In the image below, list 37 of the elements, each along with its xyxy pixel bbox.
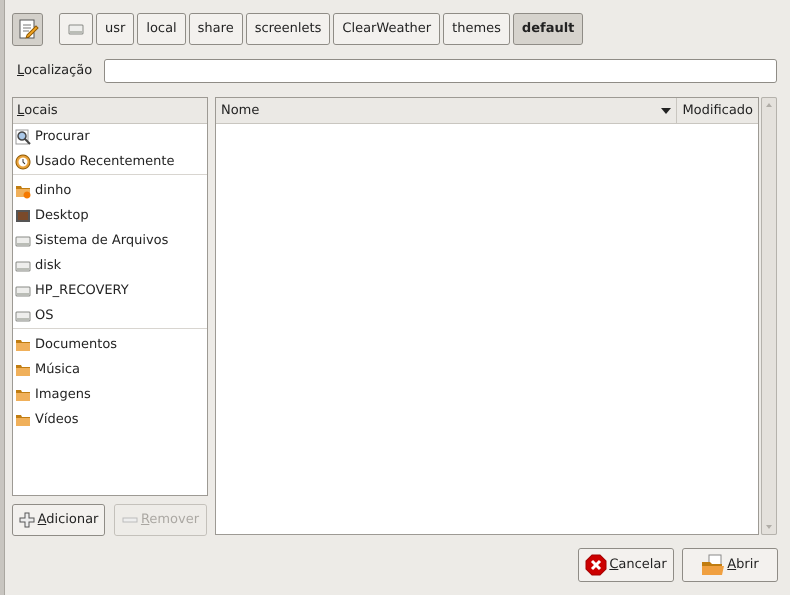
open-folder-icon	[701, 554, 726, 576]
pencil-note-icon	[16, 18, 38, 40]
place-item[interactable]: Desktop	[13, 203, 207, 228]
place-item[interactable]: Documentos	[13, 332, 207, 357]
location-field[interactable]	[104, 59, 777, 83]
cancel-icon	[585, 554, 608, 576]
path-segment-button[interactable]: usr	[96, 13, 134, 45]
path-segment-button[interactable]: ClearWeather	[333, 13, 440, 45]
column-header[interactable]: Nome	[216, 98, 678, 123]
cancel-button[interactable]: Cancelar	[578, 548, 674, 582]
clock-icon	[15, 154, 31, 170]
open-button[interactable]: Abrir	[682, 548, 778, 582]
place-item[interactable]: OS	[13, 303, 207, 328]
place-item[interactable]: disk	[13, 253, 207, 278]
column-header: Locais	[13, 98, 207, 124]
place-item[interactable]: Música	[13, 357, 207, 382]
scrollbar[interactable]	[761, 97, 777, 535]
path-segment-button[interactable]: themes	[443, 13, 510, 45]
place-item[interactable]: Procurar	[13, 124, 207, 149]
plus-icon	[18, 512, 35, 528]
add-button[interactable]: Adicionar	[12, 504, 105, 536]
path-segment-button[interactable]: share	[188, 13, 243, 45]
place-item[interactable]: Vídeos	[13, 407, 207, 432]
column-header[interactable]: Modificado	[677, 98, 758, 123]
place-item[interactable]: dinho	[13, 178, 207, 203]
path-segment-button[interactable]: local	[137, 13, 186, 45]
path-root-button[interactable]	[59, 13, 93, 45]
edit-location-toggle[interactable]	[12, 12, 43, 46]
place-item[interactable]: HP_RECOVERY	[13, 278, 207, 303]
place-item[interactable]: Sistema de Arquivos	[13, 228, 207, 253]
path-segment-button[interactable]: screenlets	[246, 13, 330, 45]
place-item[interactable]: Usado Recentemente	[13, 149, 207, 174]
magnifier-icon	[15, 128, 31, 144]
place-item[interactable]: Imagens	[13, 382, 207, 407]
desktop-icon	[15, 208, 31, 224]
path-segment-button[interactable]: default	[512, 13, 584, 45]
location-label: Localização	[16, 62, 94, 80]
